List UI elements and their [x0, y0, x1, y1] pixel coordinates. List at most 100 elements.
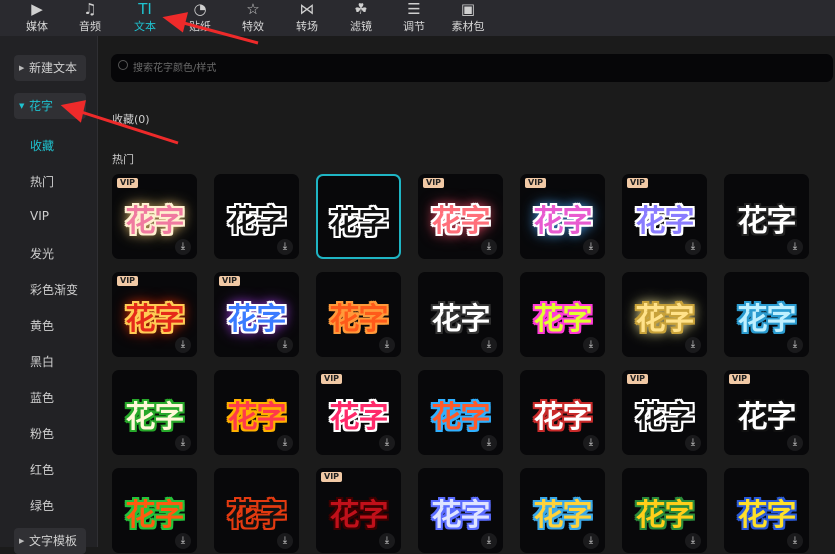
huazi-label: 花字 — [29, 99, 54, 113]
vip-badge: VIP — [423, 178, 445, 188]
download-icon[interactable]: ⤓ — [583, 435, 599, 451]
huazi-preview-text: 花字 — [635, 204, 695, 239]
huazi-style-tile[interactable]: 花字 ⤓ — [112, 468, 197, 553]
huazi-preview-text: 花字 — [737, 302, 797, 337]
tab-media[interactable]: ▶ 媒体 — [12, 0, 62, 36]
huazi-style-tile[interactable]: 花字 ⤓ — [520, 468, 605, 553]
huazi-style-tile[interactable]: 花字 ⤓ — [520, 370, 605, 455]
sidebar-item[interactable]: 彩色渐变 — [30, 281, 78, 298]
tab-audio[interactable]: ♫ 音频 — [65, 0, 115, 36]
tab-adjust[interactable]: ☰ 调节 — [389, 0, 439, 36]
download-icon[interactable]: ⤓ — [277, 337, 293, 353]
download-icon[interactable]: ⤓ — [175, 337, 191, 353]
huazi-style-tile[interactable]: 花字 ⤓ — [622, 272, 707, 357]
media-icon: ▶ — [31, 0, 43, 18]
top-toolbar: ▶ 媒体 ♫ 音频 TI 文本 ◔ 贴纸 ☆ 特效 ⋈ 转场 ☘ 滤镜 ☰ 调节 ▣ 素材包 — [0, 0, 835, 36]
sidebar-item[interactable]: 黄色 — [30, 317, 54, 334]
huazi-style-tile[interactable]: 花字 VIP ⤓ — [622, 174, 707, 259]
huazi-style-tile[interactable]: 花字 VIP ⤓ — [112, 174, 197, 259]
tab-filter[interactable]: ☘ 滤镜 — [336, 0, 386, 36]
download-icon[interactable]: ⤓ — [379, 435, 395, 451]
sidebar-item[interactable]: 热门 — [30, 173, 54, 190]
sidebar-item[interactable]: 红色 — [30, 461, 54, 478]
download-icon[interactable]: ⤓ — [583, 337, 599, 353]
search-bar[interactable] — [111, 54, 833, 82]
huazi-style-tile[interactable]: 花字 ⤓ — [214, 468, 299, 553]
download-icon[interactable]: ⤓ — [277, 239, 293, 255]
download-icon[interactable]: ⤓ — [685, 435, 701, 451]
huazi-style-tile[interactable]: 花字 ⤓ — [214, 370, 299, 455]
huazi-style-tile[interactable]: 花字 VIP ⤓ — [418, 174, 503, 259]
huazi-style-tile[interactable]: 花字 ⤓ — [724, 174, 809, 259]
huazi-style-tile[interactable]: 花字 ⤓ — [418, 272, 503, 357]
tab-package[interactable]: ▣ 素材包 — [443, 0, 493, 36]
huazi-style-tile[interactable]: 花字 VIP ⤓ — [112, 272, 197, 357]
sidebar-item[interactable]: 发光 — [30, 245, 54, 262]
huazi-style-tile[interactable]: 花字 VIP ⤓ — [724, 370, 809, 455]
filter-icon: ☘ — [354, 0, 368, 18]
tab-label: 特效 — [242, 20, 264, 33]
tab-sticker[interactable]: ◔ 贴纸 — [175, 0, 225, 36]
huazi-style-tile[interactable]: 花字 VIP ⤓ — [316, 468, 401, 553]
huazi-preview-text: 花字 — [533, 400, 593, 435]
huazi-preview-text: 花字 — [635, 302, 695, 337]
download-icon[interactable]: ⤓ — [481, 337, 497, 353]
sidebar-item[interactable]: VIP — [30, 209, 49, 223]
new-text-label: 新建文本 — [29, 61, 78, 75]
search-input[interactable] — [133, 54, 813, 82]
download-icon[interactable]: ⤓ — [787, 435, 803, 451]
huazi-style-tile[interactable]: 花字 ⤓ — [112, 370, 197, 455]
huazi-style-tile[interactable]: 花字 — [316, 174, 401, 259]
download-icon[interactable]: ⤓ — [175, 239, 191, 255]
huazi-preview-text: 花字 — [431, 302, 491, 337]
download-icon[interactable]: ⤓ — [685, 337, 701, 353]
download-icon[interactable]: ⤓ — [481, 435, 497, 451]
package-icon: ▣ — [460, 0, 476, 18]
huazi-preview-text: 花字 — [227, 400, 287, 435]
huazi-preview-text: 花字 — [125, 498, 185, 533]
huazi-preview-text: 花字 — [227, 498, 287, 533]
huazi-style-tile[interactable]: 花字 ⤓ — [316, 272, 401, 357]
vip-badge: VIP — [627, 178, 649, 188]
sidebar-item[interactable]: 粉色 — [30, 425, 54, 442]
favorites-heading: 收藏(0) — [112, 113, 150, 126]
text-template-button[interactable]: ▶ 文字模板 — [14, 528, 86, 554]
download-icon[interactable]: ⤓ — [685, 239, 701, 255]
huazi-style-tile[interactable]: 花字 ⤓ — [724, 468, 809, 553]
huazi-style-tile[interactable]: 花字 VIP ⤓ — [622, 370, 707, 455]
huazi-style-tile[interactable]: 花字 ⤓ — [724, 272, 809, 357]
download-icon[interactable]: ⤓ — [787, 337, 803, 353]
download-icon[interactable]: ⤓ — [379, 337, 395, 353]
tab-transition[interactable]: ⋈ 转场 — [282, 0, 332, 36]
caret-right-icon: ▶ — [19, 537, 25, 545]
huazi-style-tile[interactable]: 花字 ⤓ — [418, 370, 503, 455]
hot-heading: 热门 — [112, 153, 134, 166]
huazi-style-tile[interactable]: 花字 ⤓ — [622, 468, 707, 553]
download-icon[interactable]: ⤓ — [277, 435, 293, 451]
sidebar-item[interactable]: 蓝色 — [30, 389, 54, 406]
tab-effects[interactable]: ☆ 特效 — [228, 0, 278, 36]
huazi-preview-text: 花字 — [737, 400, 797, 435]
huazi-style-tile[interactable]: 花字 ⤓ — [214, 174, 299, 259]
huazi-preview-text: 花字 — [329, 206, 389, 241]
huazi-button[interactable]: ▼ 花字 — [14, 93, 86, 119]
sticker-icon: ◔ — [193, 0, 207, 18]
huazi-preview-text: 花字 — [737, 204, 797, 239]
huazi-style-tile[interactable]: 花字 VIP ⤓ — [520, 174, 605, 259]
huazi-preview-text: 花字 — [125, 400, 185, 435]
tab-text[interactable]: TI 文本 — [120, 0, 170, 36]
huazi-style-tile[interactable]: 花字 ⤓ — [418, 468, 503, 553]
download-icon[interactable]: ⤓ — [481, 239, 497, 255]
vip-badge: VIP — [219, 276, 241, 286]
huazi-style-tile[interactable]: 花字 ⤓ — [520, 272, 605, 357]
download-icon[interactable]: ⤓ — [583, 239, 599, 255]
huazi-preview-text: 花字 — [635, 498, 695, 533]
huazi-style-tile[interactable]: 花字 VIP ⤓ — [316, 370, 401, 455]
sidebar-item[interactable]: 黑白 — [30, 353, 54, 370]
new-text-button[interactable]: ▶ 新建文本 — [14, 55, 86, 81]
sidebar-item[interactable]: 收藏 — [30, 137, 54, 154]
sidebar-item[interactable]: 绿色 — [30, 497, 54, 514]
download-icon[interactable]: ⤓ — [175, 435, 191, 451]
download-icon[interactable]: ⤓ — [787, 239, 803, 255]
huazi-style-tile[interactable]: 花字 VIP ⤓ — [214, 272, 299, 357]
